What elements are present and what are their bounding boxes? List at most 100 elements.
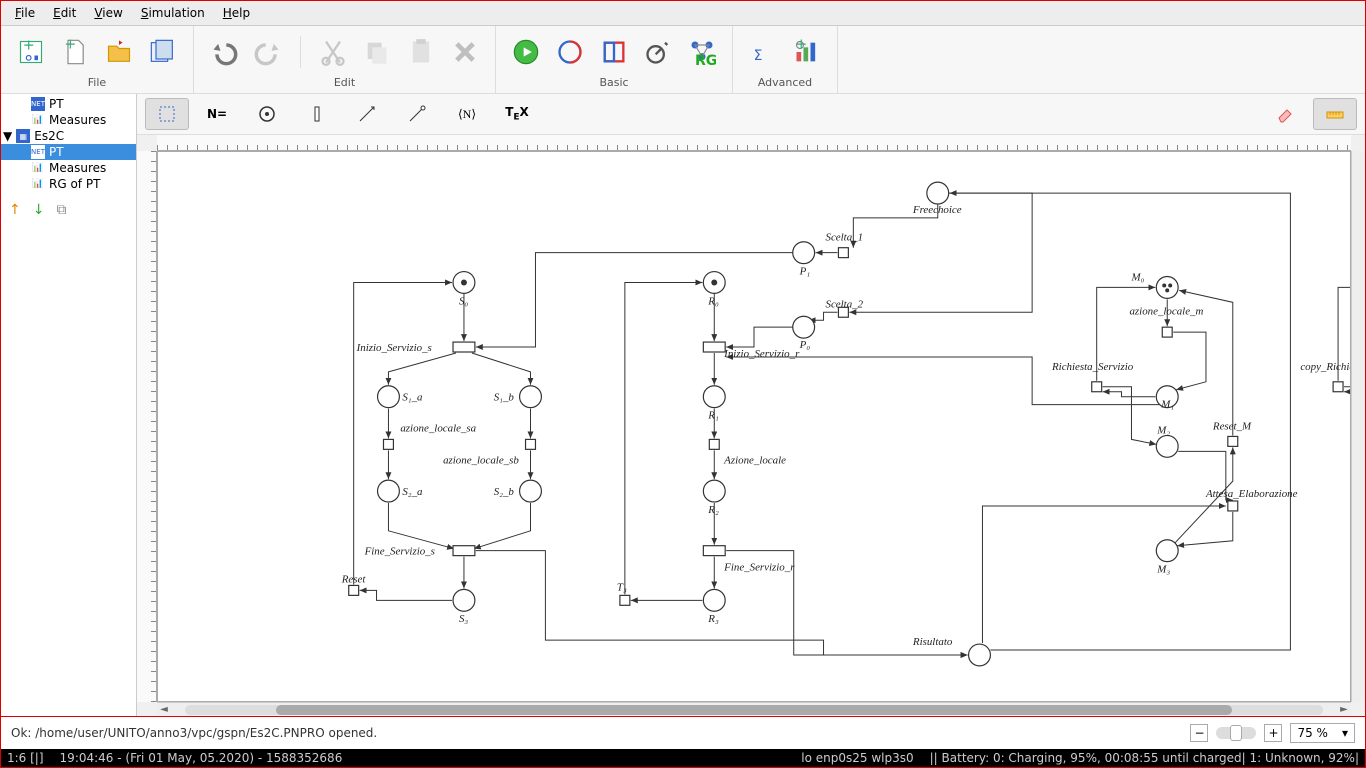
svg-text:Scelta_1: Scelta_1 <box>826 232 864 244</box>
svg-text:Fine_Servizio_r: Fine_Servizio_r <box>723 562 795 574</box>
scrollbar-horizontal[interactable]: ◄ ► <box>157 702 1351 716</box>
menu-view[interactable]: View <box>86 3 130 23</box>
move-up-icon[interactable]: ↑ <box>9 202 21 218</box>
save-all-icon[interactable] <box>147 36 179 68</box>
svg-text:Σ: Σ <box>754 48 763 64</box>
svg-text:Freechoice: Freechoice <box>912 204 962 216</box>
canvas-area: FreechoiceP₁P₀S₀S₁_aS₁_bS₂_aS₂_bS₃R₀R₁R₂… <box>137 135 1365 716</box>
net-icon: NET <box>31 145 45 159</box>
sidebar-actions: ↑ ↓ ⧉ <box>1 192 136 228</box>
transition-tool[interactable] <box>295 98 339 130</box>
measure-icon[interactable] <box>642 36 674 68</box>
new-net-icon[interactable]: + <box>15 36 47 68</box>
drawing-toolbar: N= ⟨N⟩ TEX <box>137 94 1365 135</box>
sidebar: NETPT 📊Measures ▼▦Es2C NETPT 📊Measures 📊… <box>1 94 137 716</box>
svg-text:Inizio_Servizio_s: Inizio_Servizio_s <box>356 342 432 354</box>
new-page-icon[interactable]: + <box>59 36 91 68</box>
svg-text:R₁: R₁ <box>707 410 719 422</box>
tree-pt-1[interactable]: NETPT <box>1 96 136 112</box>
svg-text:+: + <box>23 38 35 54</box>
ruler-toggle-icon[interactable] <box>1313 98 1357 130</box>
toolbar-group-basic-label: Basic <box>599 76 628 89</box>
svg-text:M₃: M₃ <box>1156 564 1170 576</box>
svg-text:Richiesta_Servizio: Richiesta_Servizio <box>1051 361 1134 373</box>
svg-text:T₃: T₃ <box>617 581 627 593</box>
menubar: FFileile Edit View Simulation Help <box>1 1 1365 26</box>
select-tool[interactable] <box>145 98 189 130</box>
taskbar-workspace: 1:6 [|] <box>7 751 44 765</box>
play-icon[interactable] <box>510 36 542 68</box>
svg-text:Risultato: Risultato <box>912 636 953 648</box>
copy-icon[interactable] <box>361 36 393 68</box>
bounds-icon[interactable] <box>598 36 630 68</box>
svg-text:azione_locale_sb: azione_locale_sb <box>443 454 519 466</box>
taskbar-clock: 19:04:46 - (Fri 01 May, 05.2020) - 15883… <box>60 751 343 765</box>
project-tree: NETPT 📊Measures ▼▦Es2C NETPT 📊Measures 📊… <box>1 94 136 192</box>
ruler-vertical <box>137 151 157 702</box>
svg-text:S₃: S₃ <box>459 613 468 625</box>
svg-text:+: + <box>795 38 807 53</box>
scroll-right-icon[interactable]: ► <box>1337 704 1351 715</box>
svg-text:S₂_a: S₂_a <box>402 486 423 498</box>
sigma-icon[interactable]: Σ <box>747 36 779 68</box>
inhibitor-tool[interactable] <box>395 98 439 130</box>
svg-text:Azione_locale: Azione_locale <box>723 454 786 466</box>
svg-text:S₀: S₀ <box>459 295 468 307</box>
arc-tool[interactable] <box>345 98 389 130</box>
tree-rg[interactable]: 📊RG of PT <box>1 176 136 192</box>
delete-icon[interactable] <box>449 36 481 68</box>
svg-text:Scelta_2: Scelta_2 <box>826 298 864 310</box>
taskbar-battery: || Battery: 0: Charging, 95%, 00:08:55 u… <box>930 751 1359 765</box>
svg-text:Reset: Reset <box>341 573 367 585</box>
move-down-icon[interactable]: ↓ <box>33 202 45 218</box>
svg-text:M₀: M₀ <box>1130 271 1144 283</box>
paste-icon[interactable] <box>405 36 437 68</box>
svg-text:Reset_M: Reset_M <box>1212 420 1252 432</box>
ruler-horizontal <box>157 135 1351 151</box>
duplicate-icon[interactable]: ⧉ <box>56 202 66 218</box>
open-icon[interactable] <box>103 36 135 68</box>
tex-tool[interactable]: TEX <box>495 98 539 130</box>
tree-measures-2[interactable]: 📊Measures <box>1 160 136 176</box>
svg-text:Fine_Servizio_s: Fine_Servizio_s <box>364 546 435 558</box>
project-icon: ▦ <box>16 129 30 143</box>
redo-icon[interactable] <box>252 36 284 68</box>
editor: N= ⟨N⟩ TEX Freechoic <box>137 94 1365 716</box>
svg-text:azione_locale_sa: azione_locale_sa <box>400 422 476 434</box>
statusbar: Ok: /home/user/UNITO/anno3/vpc/gspn/Es2C… <box>1 716 1365 749</box>
chart-icon: 📊 <box>31 113 45 127</box>
token-game-icon[interactable] <box>554 36 586 68</box>
menu-help[interactable]: Help <box>215 3 258 23</box>
zoom-slider[interactable] <box>1216 727 1256 739</box>
tree-es2c[interactable]: ▼▦Es2C <box>1 128 136 144</box>
svg-text:R₂: R₂ <box>707 504 719 516</box>
menu-file[interactable]: FFileile <box>7 3 43 23</box>
scroll-left-icon[interactable]: ◄ <box>157 704 171 715</box>
tree-measures-1[interactable]: 📊Measures <box>1 112 136 128</box>
cut-icon[interactable] <box>317 36 349 68</box>
main-toolbar: + + File Edit RG Basic Σ <box>1 26 1365 94</box>
taskbar-net: lo enp0s25 wlp3s0 <box>801 751 913 765</box>
undo-icon[interactable] <box>208 36 240 68</box>
chart-icon: 📊 <box>31 161 45 175</box>
svg-text:S₁_b: S₁_b <box>494 392 515 404</box>
canvas[interactable]: FreechoiceP₁P₀S₀S₁_aS₁_bS₂_aS₂_bS₃R₀R₁R₂… <box>157 151 1351 702</box>
rg-icon[interactable]: RG <box>686 36 718 68</box>
zoom-out-button[interactable]: − <box>1190 724 1208 742</box>
zoom-combo[interactable]: 75 %▾ <box>1290 723 1355 743</box>
neq-tool[interactable]: N= <box>195 98 239 130</box>
scrollbar-vertical[interactable] <box>1351 151 1365 702</box>
angle-n-tool[interactable]: ⟨N⟩ <box>445 98 489 130</box>
eraser-icon[interactable] <box>1263 98 1307 130</box>
tree-pt-2[interactable]: NETPT <box>1 144 136 160</box>
advanced-chart-icon[interactable]: + <box>791 36 823 68</box>
menu-edit[interactable]: Edit <box>45 3 84 23</box>
place-tool[interactable] <box>245 98 289 130</box>
menu-simulation[interactable]: Simulation <box>133 3 213 23</box>
chevron-down-icon: ▾ <box>1342 726 1348 740</box>
svg-text:Attesa_Elaborazione: Attesa_Elaborazione <box>1205 488 1298 500</box>
svg-text:R₀: R₀ <box>707 295 719 307</box>
svg-text:M₁: M₁ <box>1160 399 1174 411</box>
zoom-in-button[interactable]: + <box>1264 724 1282 742</box>
svg-text:R₃: R₃ <box>707 613 719 625</box>
